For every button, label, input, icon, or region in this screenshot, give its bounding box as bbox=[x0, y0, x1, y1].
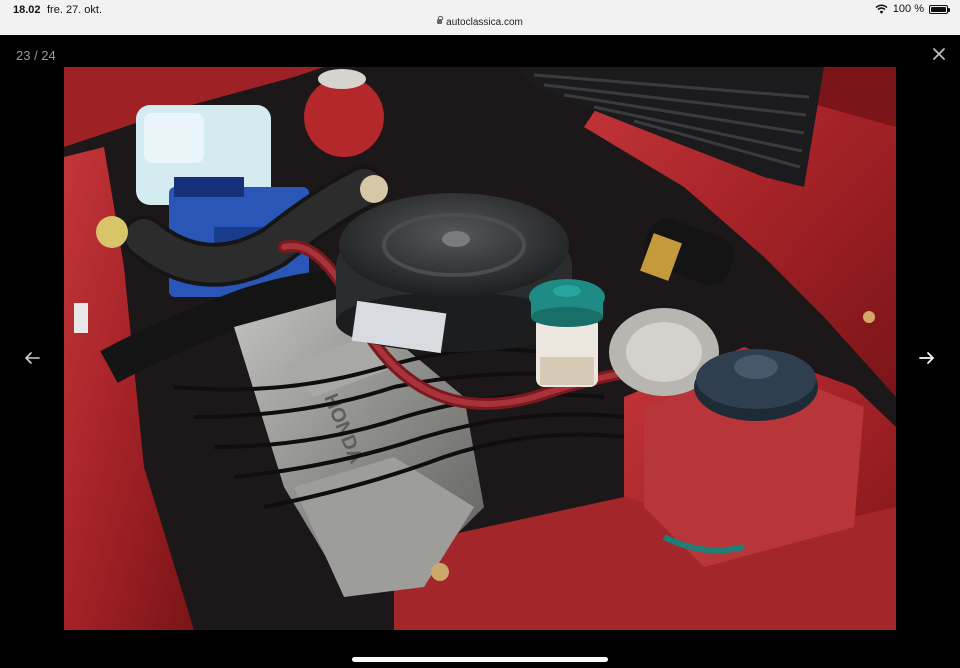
lock-icon bbox=[437, 16, 443, 24]
image-counter: 23 / 24 bbox=[16, 48, 56, 63]
battery-percent: 100 % bbox=[892, 3, 924, 15]
arrow-right-icon bbox=[919, 352, 934, 364]
status-indicators: 100 % bbox=[875, 3, 950, 15]
image-viewer: 23 / 24 HONDA bbox=[0, 35, 960, 668]
arrow-left-icon bbox=[25, 352, 40, 364]
status-bar: 18.02 fre. 27. okt. autoclassica.com 100… bbox=[0, 0, 960, 35]
engine-bay-illustration: HONDA bbox=[64, 67, 896, 630]
status-time: 18.02 bbox=[13, 4, 41, 16]
url-text: autoclassica.com bbox=[446, 17, 523, 28]
status-date: fre. 27. okt. bbox=[47, 4, 103, 16]
strut-cap bbox=[694, 349, 818, 421]
close-button[interactable] bbox=[932, 47, 946, 61]
next-image-button[interactable] bbox=[917, 348, 937, 368]
close-icon bbox=[933, 48, 945, 60]
home-indicator[interactable] bbox=[352, 657, 608, 662]
brake-fluid-reservoir bbox=[529, 279, 605, 387]
gallery-photo[interactable]: HONDA bbox=[64, 67, 896, 630]
previous-image-button[interactable] bbox=[22, 348, 42, 368]
address-bar[interactable]: autoclassica.com bbox=[0, 16, 960, 28]
wifi-icon bbox=[875, 4, 888, 14]
battery-icon bbox=[929, 4, 950, 14]
